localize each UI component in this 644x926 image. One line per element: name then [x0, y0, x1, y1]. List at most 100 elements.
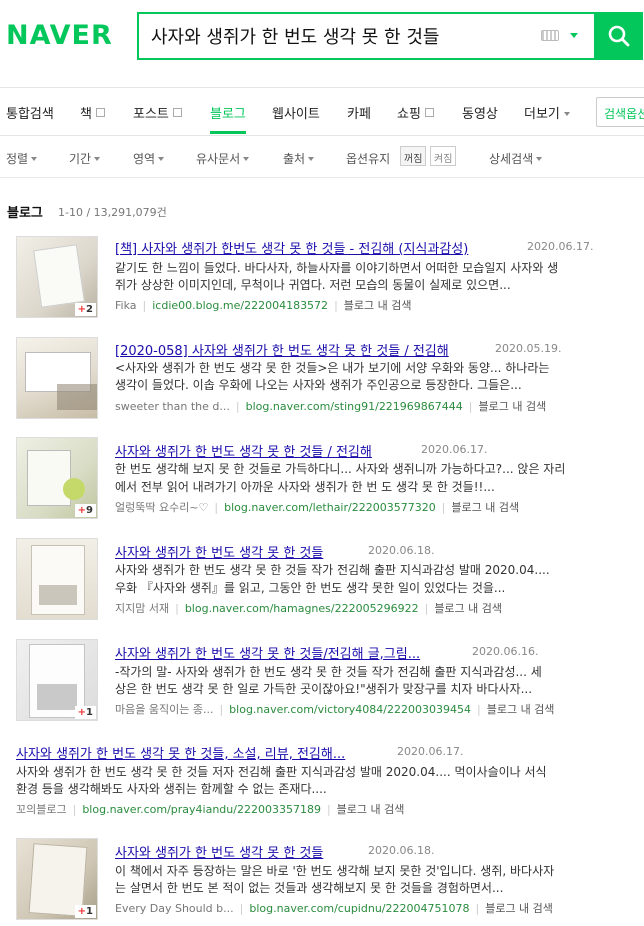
chevron-down-icon — [94, 157, 101, 161]
result-desc-line: 에서 전부 읽어 내려가기 아까운 사자와 생쥐가 한 번 도 생각 못 한 것… — [115, 480, 495, 494]
tab-video[interactable]: 동영상 — [462, 103, 498, 122]
image-count-badge: +2 — [74, 303, 96, 316]
result-desc-line: -작가의 말- 사자와 생쥐가 한 번도 생각 못 한 것들 작가 전김해 출판… — [115, 665, 542, 679]
result-url[interactable]: blog.naver.com/victory4084/222003039454 — [229, 703, 471, 716]
search-options-button[interactable]: 검색옵션 — [596, 97, 644, 127]
tab-cafe[interactable]: 카페 — [347, 103, 371, 122]
result-url[interactable]: icdie00.blog.me/222004183572 — [152, 299, 328, 312]
result-desc-line: 한 번도 생각해 보지 못 한 것들로 가득하다니... 사자와 생쥐니까 가능… — [115, 462, 566, 476]
keep-options-on-toggle[interactable]: 켜짐 — [430, 146, 457, 166]
result-title-link[interactable]: [2020-058] 사자와 생쥐가 한 번도 생각 못 한 것들 / 전김해 — [115, 340, 449, 359]
result-author[interactable]: 마음을 움직이는 종... — [115, 703, 213, 716]
keep-options-label: 옵션유지 — [346, 152, 391, 166]
result-date: 2020.05.19. — [495, 342, 562, 355]
result-thumbnail[interactable]: +9 — [16, 437, 98, 519]
filter-detail[interactable]: 상세검색 — [489, 150, 543, 167]
header: NAVER — [0, 0, 644, 88]
result-url[interactable]: blog.naver.com/hamagnes/222005296922 — [185, 602, 419, 615]
in-blog-search-link[interactable]: 블로그 내 검색 — [485, 902, 553, 915]
in-blog-search-link[interactable]: 블로그 내 검색 — [434, 602, 502, 615]
tab-more[interactable]: 더보기 — [524, 103, 570, 122]
tab-website[interactable]: 웹사이트 — [272, 103, 320, 122]
in-blog-search-link[interactable]: 블로그 내 검색 — [487, 703, 555, 716]
result-desc-line: 환경 등을 생각해봐도 사자와 생쥐는 함께할 수 없는 존재다.... — [16, 782, 327, 796]
result-meta: Fika | icdie00.blog.me/222004183572 | 블로그 내 … — [115, 299, 412, 312]
search-button[interactable] — [594, 12, 643, 60]
result-url[interactable]: blog.naver.com/sting91/221969867444 — [246, 400, 463, 413]
result-thumbnail[interactable]: +1 — [16, 639, 98, 721]
result-meta: 얼렁뚝딱 요수리~♡ | blog.naver.com/lethair/222003… — [115, 501, 520, 514]
chevron-down-icon — [308, 157, 315, 161]
result-desc-line: 우화 『사자와 생쥐』를 읽고, 그동안 한 번도 생각 못한 일이 있었다는 … — [115, 581, 506, 595]
result-title-link[interactable]: 사자와 생쥐가 한 번도 생각 못 한 것들 / 전김해 — [115, 441, 372, 460]
chevron-down-icon — [158, 157, 165, 161]
result-thumbnail[interactable]: +1 — [16, 838, 98, 920]
result-author[interactable]: sweeter than the d... — [115, 400, 230, 413]
result-url[interactable]: blog.naver.com/pray4iandu/222003357189 — [82, 803, 321, 816]
filter-source[interactable]: 출처 — [283, 150, 315, 167]
result-url[interactable]: blog.naver.com/lethair/222003577320 — [224, 501, 436, 514]
image-count-badge: +1 — [74, 905, 96, 918]
result-title-link[interactable]: 사자와 생쥐가 한 번도 생각 못 한 것들, 소설, 리뷰, 전김해... — [16, 743, 345, 762]
result-desc-line: 는 살면서 한 번도 본 적이 없는 것들과 생각해보지 못 한 것들을 경험하… — [115, 881, 504, 895]
in-blog-search-link[interactable]: 블로그 내 검색 — [451, 501, 519, 514]
search-icon — [608, 25, 630, 47]
filter-sort[interactable]: 정렬 — [6, 150, 38, 167]
result-date: 2020.06.18. — [368, 844, 435, 857]
result-author[interactable]: Fika — [115, 299, 137, 312]
result-thumbnail[interactable] — [16, 337, 98, 419]
search-input[interactable] — [139, 14, 539, 58]
result-desc-line: 같기도 한 느낌이 들었다. 바다사자, 하늘사자를 이야기하면서 어떠한 모습… — [115, 261, 559, 275]
result-author[interactable]: 얼렁뚝딱 요수리~♡ — [115, 501, 208, 514]
search-tabs: 통합검색 책 포스트 블로그 웹사이트 카페 쇼핑 동영상 더보기 검색옵션 — [0, 88, 644, 136]
result-author[interactable]: 지지맘 서재 — [115, 602, 169, 615]
result-desc-line: 이 책에서 자주 등장하는 말은 바로 '한 번도 생각해 보지 못한 것'입니… — [115, 864, 555, 878]
in-blog-search-link[interactable]: 블로그 내 검색 — [337, 803, 405, 816]
result-thumbnail[interactable]: +2 — [16, 236, 98, 318]
filter-similar[interactable]: 유사문서 — [196, 150, 250, 167]
keyboard-icon[interactable] — [541, 30, 559, 41]
tab-book[interactable]: 책 — [80, 103, 105, 122]
chevron-down-icon — [243, 157, 250, 161]
image-count-badge: +1 — [74, 706, 96, 719]
result-desc-line: <사자와 생쥐가 한 번도 생각 못 한 것들>은 내가 보기에 서양 우화와 … — [115, 361, 550, 375]
result-meta: 지지맘 서재 | blog.naver.com/hamagnes/222005296… — [115, 602, 503, 615]
in-blog-search-link[interactable]: 블로그 내 검색 — [479, 400, 547, 413]
result-desc-line: 상은 한 번도 생각 못 한 일로 가득한 곳이잖아요!"생쥐가 맞장구를 치자… — [115, 682, 533, 696]
result-title-link[interactable]: [책] 사자와 생쥐가 한번도 생각 못 한 것들 - 전김해 (지식과감성) — [115, 238, 468, 257]
result-title-link[interactable]: 사자와 생쥐가 한 번도 생각 못 한 것들 — [115, 842, 323, 861]
result-date: 2020.06.17. — [397, 745, 464, 758]
result-date: 2020.06.17. — [527, 240, 594, 253]
result-desc-line: 사자와 생쥐가 한 번도 생각 못 한 것들 작가 전김해 출판 지식과감성 발… — [115, 563, 550, 577]
result-desc-line: 생각이 들었다. 이솝 우화에 나오는 사자와 생쥐가 주인공으로 등장한다. … — [115, 378, 522, 392]
filter-bar: 정렬 기간 영역 유사문서 출처 옵션유지 꺼짐 켜짐 상세검색 — [0, 136, 644, 178]
chevron-down-icon[interactable] — [570, 33, 578, 38]
result-url[interactable]: blog.naver.com/cupidnu/222004751078 — [249, 902, 469, 915]
keep-options-off-toggle[interactable]: 꺼짐 — [400, 146, 427, 166]
tab-all[interactable]: 통합검색 — [6, 103, 54, 122]
tab-blog[interactable]: 블로그 — [210, 103, 246, 134]
result-author[interactable]: 꼬의블로그 — [16, 803, 67, 816]
filter-period[interactable]: 기간 — [69, 150, 101, 167]
result-title-link[interactable]: 사자와 생쥐가 한 번도 생각 못 한 것들 — [115, 542, 323, 561]
result-thumbnail[interactable] — [16, 538, 98, 620]
result-desc-line: 쥐가 상상한 이미지인데, 무척이나 귀엽다. 저런 모습의 동물이 실제로 있… — [115, 278, 511, 292]
result-meta: sweeter than the d... | blog.naver.com/sti… — [115, 400, 547, 413]
result-count: 1-10 / 13,291,079건 — [58, 206, 167, 219]
result-meta: 꼬의블로그 | blog.naver.com/pray4iandu/22200335… — [16, 803, 405, 816]
in-blog-search-link[interactable]: 블로그 내 검색 — [344, 299, 412, 312]
filter-area[interactable]: 영역 — [133, 150, 165, 167]
checkbox-icon — [424, 108, 434, 117]
tab-shopping[interactable]: 쇼핑 — [397, 103, 434, 122]
image-count-badge: +9 — [74, 504, 96, 517]
search-box — [137, 12, 643, 60]
tab-post[interactable]: 포스트 — [133, 103, 182, 122]
result-meta: Every Day Should b... | blog.naver.com/cup… — [115, 902, 553, 915]
result-title-link[interactable]: 사자와 생쥐가 한 번도 생각 못 한 것들/전김해 글,그림... — [115, 643, 420, 662]
chevron-down-icon — [563, 112, 570, 116]
chevron-down-icon — [536, 157, 543, 161]
naver-logo[interactable]: NAVER — [6, 20, 113, 51]
result-date: 2020.06.17. — [421, 443, 488, 456]
result-author[interactable]: Every Day Should b... — [115, 902, 234, 915]
chevron-down-icon — [31, 157, 38, 161]
